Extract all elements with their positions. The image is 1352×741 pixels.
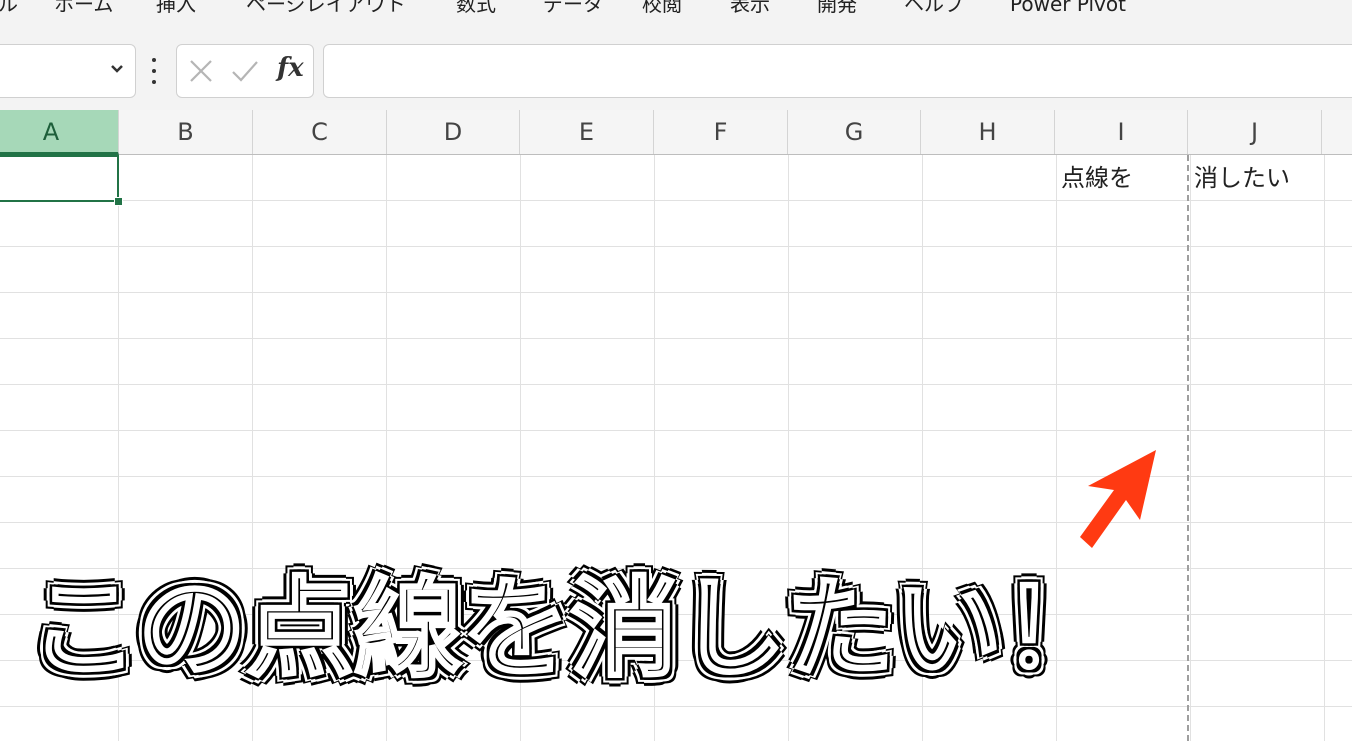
insert-function-button[interactable]: fx	[277, 53, 304, 83]
column-header-d[interactable]: D	[387, 110, 520, 154]
fill-handle[interactable]	[114, 197, 123, 206]
tab-file[interactable]: ル	[0, 0, 18, 18]
column-header-h[interactable]: H	[921, 110, 1055, 154]
more-options-icon[interactable]	[148, 58, 160, 84]
column-header-i[interactable]: I	[1055, 110, 1188, 154]
chevron-down-icon[interactable]	[109, 59, 125, 79]
column-header-f[interactable]: F	[654, 110, 788, 154]
tab-power-pivot[interactable]: Power Pivot	[1010, 0, 1126, 18]
column-header-c[interactable]: C	[253, 110, 387, 154]
column-header-e[interactable]: E	[520, 110, 654, 154]
caption-overlay: この点線を消したい！	[29, 566, 1112, 694]
formula-buttons: fx	[176, 44, 314, 98]
tab-formulas[interactable]: 数式	[456, 0, 496, 18]
page-break-dashed-line	[1187, 155, 1189, 741]
active-cell-a1[interactable]	[0, 155, 119, 202]
name-box[interactable]	[0, 44, 136, 98]
tab-view[interactable]: 表示	[730, 0, 770, 18]
column-header-row: A B C D E F G H I J	[0, 110, 1352, 155]
tab-page-layout[interactable]: ページレイアウト	[246, 0, 406, 18]
column-header-g[interactable]: G	[788, 110, 921, 154]
formula-input[interactable]	[323, 44, 1352, 98]
tab-review[interactable]: 校閲	[642, 0, 682, 18]
tab-home[interactable]: ホーム	[54, 0, 113, 18]
cancel-icon[interactable]	[185, 55, 217, 87]
column-header-k[interactable]	[1322, 110, 1352, 154]
tab-help[interactable]: ヘルプ	[904, 0, 964, 18]
column-header-b[interactable]: B	[119, 110, 253, 154]
tab-data[interactable]: データ	[543, 0, 603, 18]
column-header-a[interactable]: A	[0, 110, 119, 155]
red-arrow-icon	[1080, 450, 1156, 548]
cell-j1[interactable]: 消したい	[1194, 160, 1290, 196]
tab-developer[interactable]: 開発	[817, 0, 857, 18]
enter-check-icon[interactable]	[229, 55, 261, 87]
column-header-j[interactable]: J	[1188, 110, 1322, 154]
formula-bar: fx	[0, 30, 1352, 110]
cell-i1[interactable]: 点線を	[1061, 160, 1133, 196]
ribbon-tab-strip: ル ホーム 挿入 ページレイアウト 数式 データ 校閲 表示 開発 ヘルプ Po…	[0, 0, 1352, 30]
tab-insert[interactable]: 挿入	[156, 0, 196, 18]
